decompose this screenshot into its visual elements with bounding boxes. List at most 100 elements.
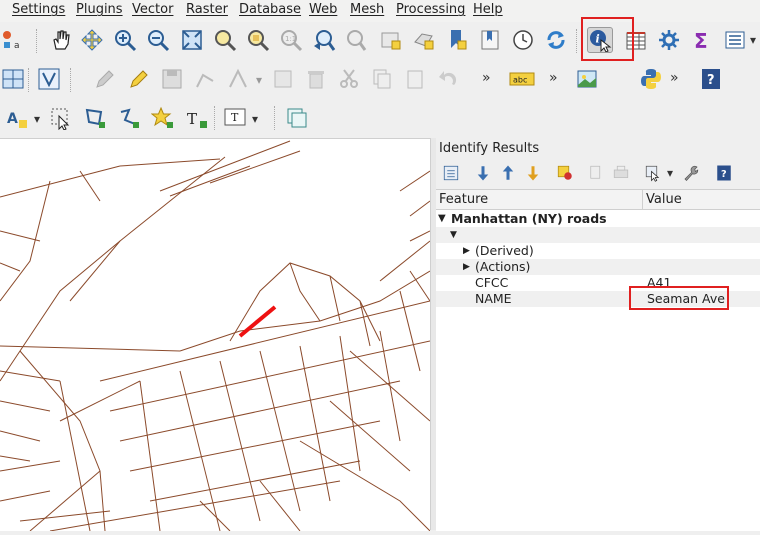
layer-grid-icon[interactable]: [0, 66, 26, 92]
new-map-view-icon[interactable]: [378, 27, 404, 53]
road-segment: [0, 460, 61, 472]
temporal-controller-icon[interactable]: [510, 27, 536, 53]
zoom-last-icon[interactable]: [311, 27, 337, 53]
zoom-in-icon[interactable]: [112, 27, 138, 53]
column-header-feature[interactable]: Feature: [436, 190, 643, 210]
expand-tree-icon[interactable]: [440, 162, 462, 184]
digitizing-toolbar: ▾ » abc » » ?: [0, 60, 760, 98]
add-polygon-icon[interactable]: [82, 105, 108, 131]
chevron-right-icon[interactable]: ▶: [463, 243, 470, 259]
svg-text:A: A: [7, 111, 18, 127]
layer-list-icon[interactable]: [722, 27, 748, 53]
add-line-icon[interactable]: [116, 105, 142, 131]
identify-results-tree[interactable]: Feature Value ▼ Manhattan (NY) roads ▼ ▶…: [436, 189, 760, 531]
road-network: [0, 140, 431, 532]
chevron-down-icon[interactable]: ▼: [450, 227, 457, 243]
field-name: NAME: [475, 291, 512, 306]
modify-attributes-icon[interactable]: [270, 66, 296, 92]
column-header-value[interactable]: Value: [643, 190, 760, 210]
road-segment: [119, 158, 221, 167]
new-3d-view-icon[interactable]: [411, 27, 437, 53]
actions-label: (Actions): [475, 259, 531, 274]
chevron-down-icon[interactable]: ▾: [667, 166, 673, 180]
delete-selected-icon[interactable]: [303, 66, 329, 92]
python-console-icon[interactable]: [638, 66, 664, 92]
georeferencer-icon[interactable]: [574, 66, 600, 92]
chevron-down-icon[interactable]: ▾: [750, 33, 756, 47]
cut-features-icon[interactable]: [336, 66, 362, 92]
toggle-editing-icon[interactable]: [126, 66, 152, 92]
chevron-down-icon[interactable]: ▾: [256, 73, 262, 87]
vertex-editor-icon[interactable]: [36, 66, 62, 92]
derived-row[interactable]: ▶ (Derived): [436, 243, 760, 259]
refresh-icon[interactable]: [543, 27, 569, 53]
menu-database[interactable]: Database: [239, 2, 301, 17]
undo-icon[interactable]: [435, 66, 461, 92]
add-text-annotation-icon[interactable]: T: [184, 105, 210, 131]
road-segment: [409, 200, 431, 217]
statistics-sigma-icon[interactable]: Σ: [689, 27, 715, 53]
identify-settings-wrench-icon[interactable]: [680, 162, 702, 184]
zoom-to-layer-icon[interactable]: [245, 27, 271, 53]
zoom-next-icon[interactable]: [344, 27, 370, 53]
processing-toolbox-icon[interactable]: [656, 27, 682, 53]
road-segment: [0, 490, 51, 502]
new-bookmark-icon[interactable]: [444, 27, 470, 53]
zoom-full-icon[interactable]: [179, 27, 205, 53]
save-edits-icon[interactable]: [159, 66, 185, 92]
zoom-to-selection-icon[interactable]: [212, 27, 238, 53]
help-icon[interactable]: ?: [713, 162, 735, 184]
chevron-down-icon[interactable]: ▼: [438, 211, 446, 227]
menu-mesh[interactable]: Mesh: [350, 2, 384, 17]
show-bookmarks-icon[interactable]: [477, 27, 503, 53]
select-by-area-icon[interactable]: [48, 105, 74, 131]
menu-vector[interactable]: Vector: [132, 2, 173, 17]
expand-new-results-icon[interactable]: [522, 162, 544, 184]
style-manager-icon[interactable]: a: [0, 27, 26, 53]
toolbar-overflow-chevron[interactable]: »: [670, 70, 679, 86]
feature-row[interactable]: ▼: [436, 227, 760, 243]
toolbar-overflow-chevron[interactable]: »: [482, 70, 491, 86]
identify-mode-icon[interactable]: [642, 162, 664, 184]
toolbar-separator: [576, 29, 579, 53]
pan-hand-icon[interactable]: [48, 27, 74, 53]
labeling-icon[interactable]: abc: [508, 66, 536, 92]
road-segment: [299, 345, 331, 502]
menu-web[interactable]: Web: [309, 2, 337, 17]
collapse-all-icon[interactable]: [497, 162, 519, 184]
menu-processing[interactable]: Processing: [396, 2, 465, 17]
add-feature-icon[interactable]: [192, 66, 218, 92]
copy-feature-icon[interactable]: [585, 162, 607, 184]
edits-pencil-icon[interactable]: [92, 66, 118, 92]
zoom-native-icon[interactable]: 1:1: [278, 27, 304, 53]
map-canvas[interactable]: [0, 138, 431, 532]
actions-row[interactable]: ▶ (Actions): [436, 259, 760, 275]
menu-raster[interactable]: Raster: [186, 2, 228, 17]
expand-all-icon[interactable]: [472, 162, 494, 184]
add-point-star-icon[interactable]: [150, 105, 176, 131]
text-annotation-icon[interactable]: T: [222, 105, 248, 131]
toolbar-overflow-chevron[interactable]: »: [549, 70, 558, 86]
road-segment: [179, 270, 431, 352]
annotation-layer-icon[interactable]: [284, 105, 310, 131]
zoom-out-icon[interactable]: [145, 27, 171, 53]
pan-to-selection-icon[interactable]: [79, 27, 105, 53]
clear-results-icon[interactable]: [554, 162, 576, 184]
label-style-icon[interactable]: A: [4, 105, 30, 131]
copy-features-icon[interactable]: [369, 66, 395, 92]
paste-features-icon[interactable]: [402, 66, 428, 92]
menu-plugins[interactable]: Plugins: [76, 2, 123, 17]
chevron-down-icon[interactable]: ▾: [252, 112, 258, 126]
menu-help[interactable]: Help: [473, 2, 503, 17]
menu-settings[interactable]: Settings: [12, 2, 65, 17]
help-icon[interactable]: ?: [698, 66, 724, 92]
road-segment: [119, 380, 401, 442]
road-segment: [219, 360, 261, 522]
chevron-down-icon[interactable]: ▾: [34, 112, 40, 126]
move-feature-icon[interactable]: [225, 66, 251, 92]
road-segment: [0, 400, 51, 412]
road-segment: [299, 440, 431, 532]
print-icon[interactable]: [610, 162, 632, 184]
layer-row[interactable]: ▼ Manhattan (NY) roads: [436, 211, 760, 227]
chevron-right-icon[interactable]: ▶: [463, 259, 470, 275]
